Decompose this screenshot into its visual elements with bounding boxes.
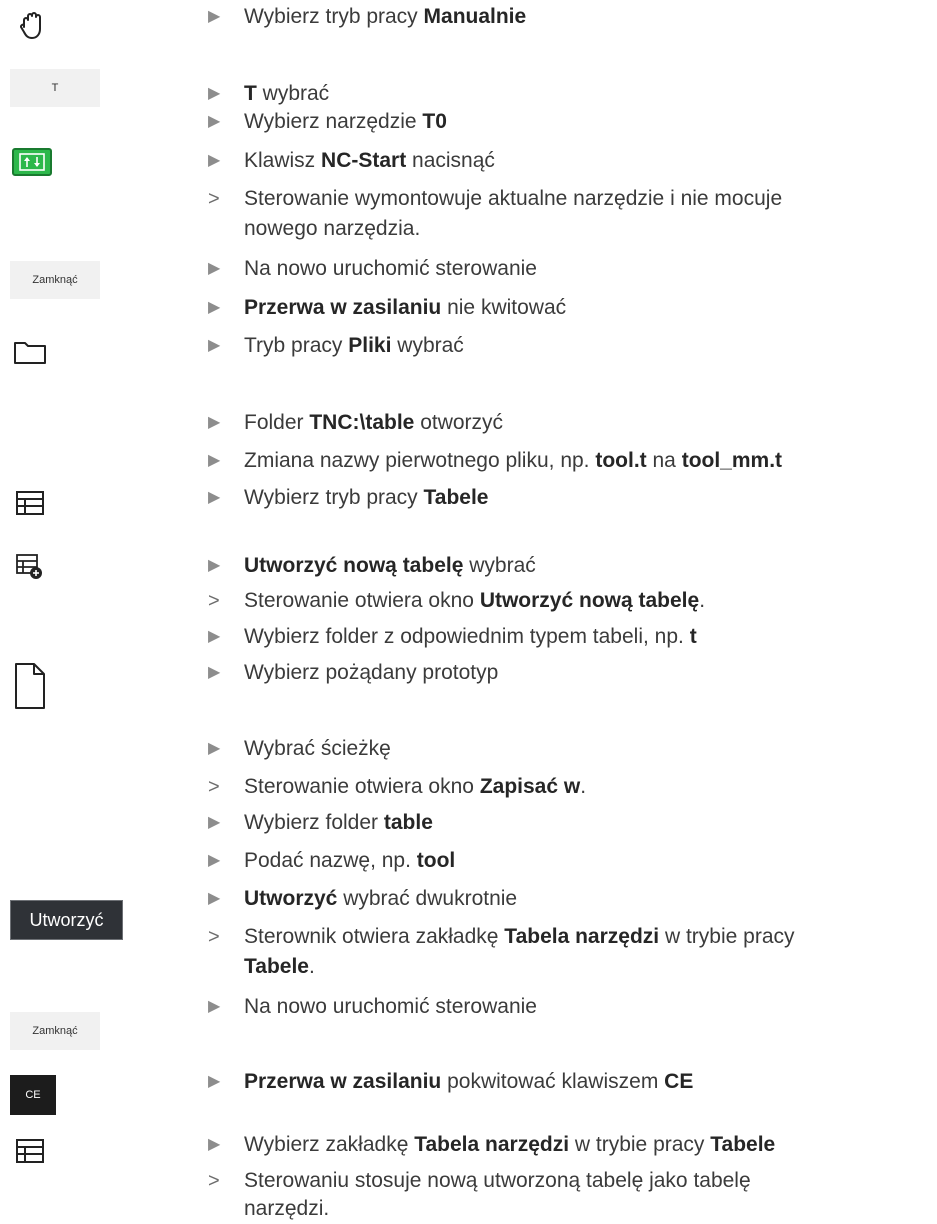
action-arrow-icon: ▶ <box>208 814 221 831</box>
close-button-2[interactable]: Zamknąć <box>10 1012 100 1050</box>
action-arrow-icon: ▶ <box>208 740 221 757</box>
action-arrow-icon: ▶ <box>208 557 221 574</box>
result-marker-icon: > <box>208 188 220 210</box>
table-add-icon[interactable] <box>10 550 50 584</box>
action-arrow-icon: ▶ <box>208 299 221 316</box>
action-arrow-icon: ▶ <box>208 152 221 169</box>
create-button[interactable]: Utworzyć <box>10 900 123 940</box>
action-arrow-icon: ▶ <box>208 414 221 431</box>
result-marker-icon: > <box>208 776 220 798</box>
table-icon[interactable] <box>10 486 50 520</box>
hand-manual-icon[interactable] <box>10 8 56 44</box>
action-arrow-icon: ▶ <box>208 852 221 869</box>
action-arrow-icon: ▶ <box>208 998 221 1015</box>
action-arrow-icon: ▶ <box>208 337 221 354</box>
file-icon[interactable] <box>10 660 50 712</box>
result-marker-icon: > <box>208 1170 220 1192</box>
close-button[interactable]: Zamknąć <box>10 261 100 299</box>
t-key-button[interactable]: T <box>10 69 100 107</box>
result-1-continuation: nowego narzędzia. <box>244 217 421 240</box>
ce-key-button[interactable]: CE <box>10 1075 56 1115</box>
folder-icon[interactable] <box>10 336 50 368</box>
result-marker-icon: > <box>208 926 220 948</box>
result-4-continuation: Tabele. <box>244 955 315 978</box>
result-marker-icon: > <box>208 590 220 612</box>
action-arrow-icon: ▶ <box>208 8 221 25</box>
action-arrow-icon: ▶ <box>208 260 221 277</box>
result-5-continuation: narzędzi. <box>244 1197 330 1220</box>
nc-start-button[interactable] <box>12 148 52 176</box>
action-arrow-icon: ▶ <box>208 890 221 907</box>
action-arrow-icon: ▶ <box>208 85 221 102</box>
action-arrow-icon: ▶ <box>208 452 221 469</box>
action-arrow-icon: ▶ <box>208 1136 221 1153</box>
table-icon-2[interactable] <box>10 1134 50 1168</box>
action-arrow-icon: ▶ <box>208 1073 221 1090</box>
action-arrow-icon: ▶ <box>208 628 221 645</box>
action-arrow-icon: ▶ <box>208 664 221 681</box>
action-arrow-icon: ▶ <box>208 113 221 130</box>
action-arrow-icon: ▶ <box>208 489 221 506</box>
